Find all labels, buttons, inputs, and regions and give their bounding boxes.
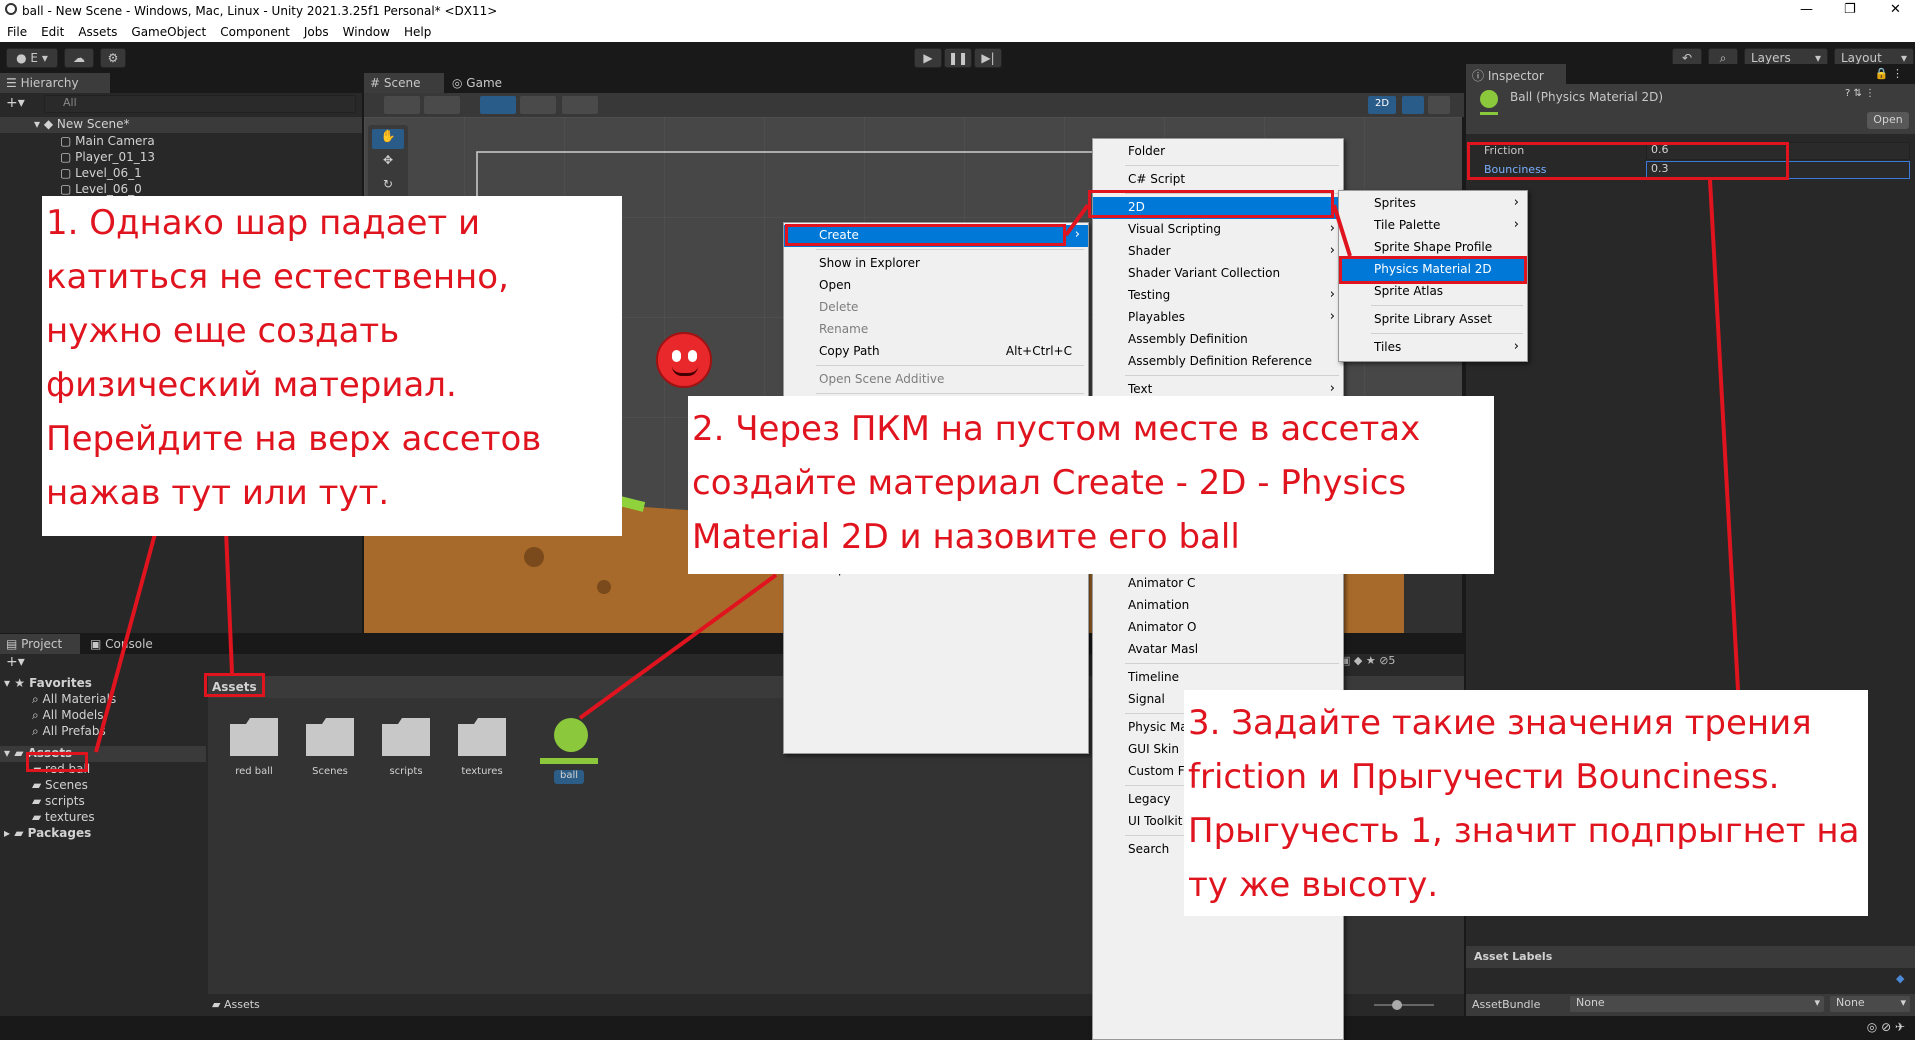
annotation-step-3: 3. Задайте такие значения трения frictio… xyxy=(1184,690,1868,916)
annotation-step-1: 1. Однако шар падает и катиться не естес… xyxy=(42,196,622,536)
annotation-step-2: 2. Через ПКМ на пустом месте в ассетах с… xyxy=(688,396,1494,574)
